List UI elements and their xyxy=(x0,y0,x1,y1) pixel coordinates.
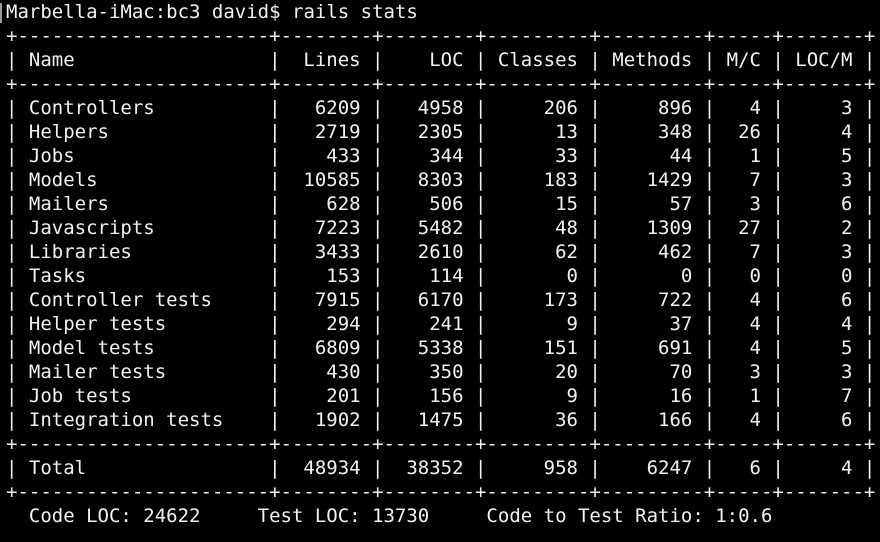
table-row: | Mailers | 628 | 506 | 15 | 57 | 3 | 6 … xyxy=(6,193,876,215)
prompt: Marbella-iMac:bc3 david$ xyxy=(6,1,281,23)
table-row: | Mailer tests | 430 | 350 | 20 | 70 | 3… xyxy=(6,361,876,383)
table-row: | Javascripts | 7223 | 5482 | 48 | 1309 … xyxy=(6,217,876,239)
command-text: rails stats xyxy=(292,1,418,23)
table-separator: +----------------------+--------+-------… xyxy=(6,433,876,455)
table-row: | Helper tests | 294 | 241 | 9 | 37 | 4 … xyxy=(6,313,876,335)
table-row: | Models | 10585 | 8303 | 183 | 1429 | 7… xyxy=(6,169,876,191)
terminal-window[interactable]: Marbella-iMac:bc3 david$ rails stats +--… xyxy=(0,0,880,542)
cursor-marker xyxy=(0,3,2,23)
table-separator: +----------------------+--------+-------… xyxy=(6,481,876,503)
table-row: | Helpers | 2719 | 2305 | 13 | 348 | 26 … xyxy=(6,121,876,143)
table-row: | Job tests | 201 | 156 | 9 | 16 | 1 | 7… xyxy=(6,385,876,407)
summary-line: Code LOC: 24622 Test LOC: 13730 Code to … xyxy=(6,505,773,527)
command-line: Marbella-iMac:bc3 david$ rails stats xyxy=(6,0,418,24)
table-header-row: | Name | Lines | LOC | Classes | Methods… xyxy=(6,49,876,71)
table-row: | Tasks | 153 | 114 | 0 | 0 | 0 | 0 | xyxy=(6,265,876,287)
table-row: | Model tests | 6809 | 5338 | 151 | 691 … xyxy=(6,337,876,359)
table-row: | Integration tests | 1902 | 1475 | 36 |… xyxy=(6,409,876,431)
table-total-row: | Total | 48934 | 38352 | 958 | 6247 | 6… xyxy=(6,457,876,479)
table-separator: +----------------------+--------+-------… xyxy=(6,73,876,95)
table-row: | Jobs | 433 | 344 | 33 | 44 | 1 | 5 | xyxy=(6,145,876,167)
table-row: | Libraries | 3433 | 2610 | 62 | 462 | 7… xyxy=(6,241,876,263)
table-row: | Controllers | 6209 | 4958 | 206 | 896 … xyxy=(6,97,876,119)
table-row: | Controller tests | 7915 | 6170 | 173 |… xyxy=(6,289,876,311)
table-separator: +----------------------+--------+-------… xyxy=(6,25,876,47)
